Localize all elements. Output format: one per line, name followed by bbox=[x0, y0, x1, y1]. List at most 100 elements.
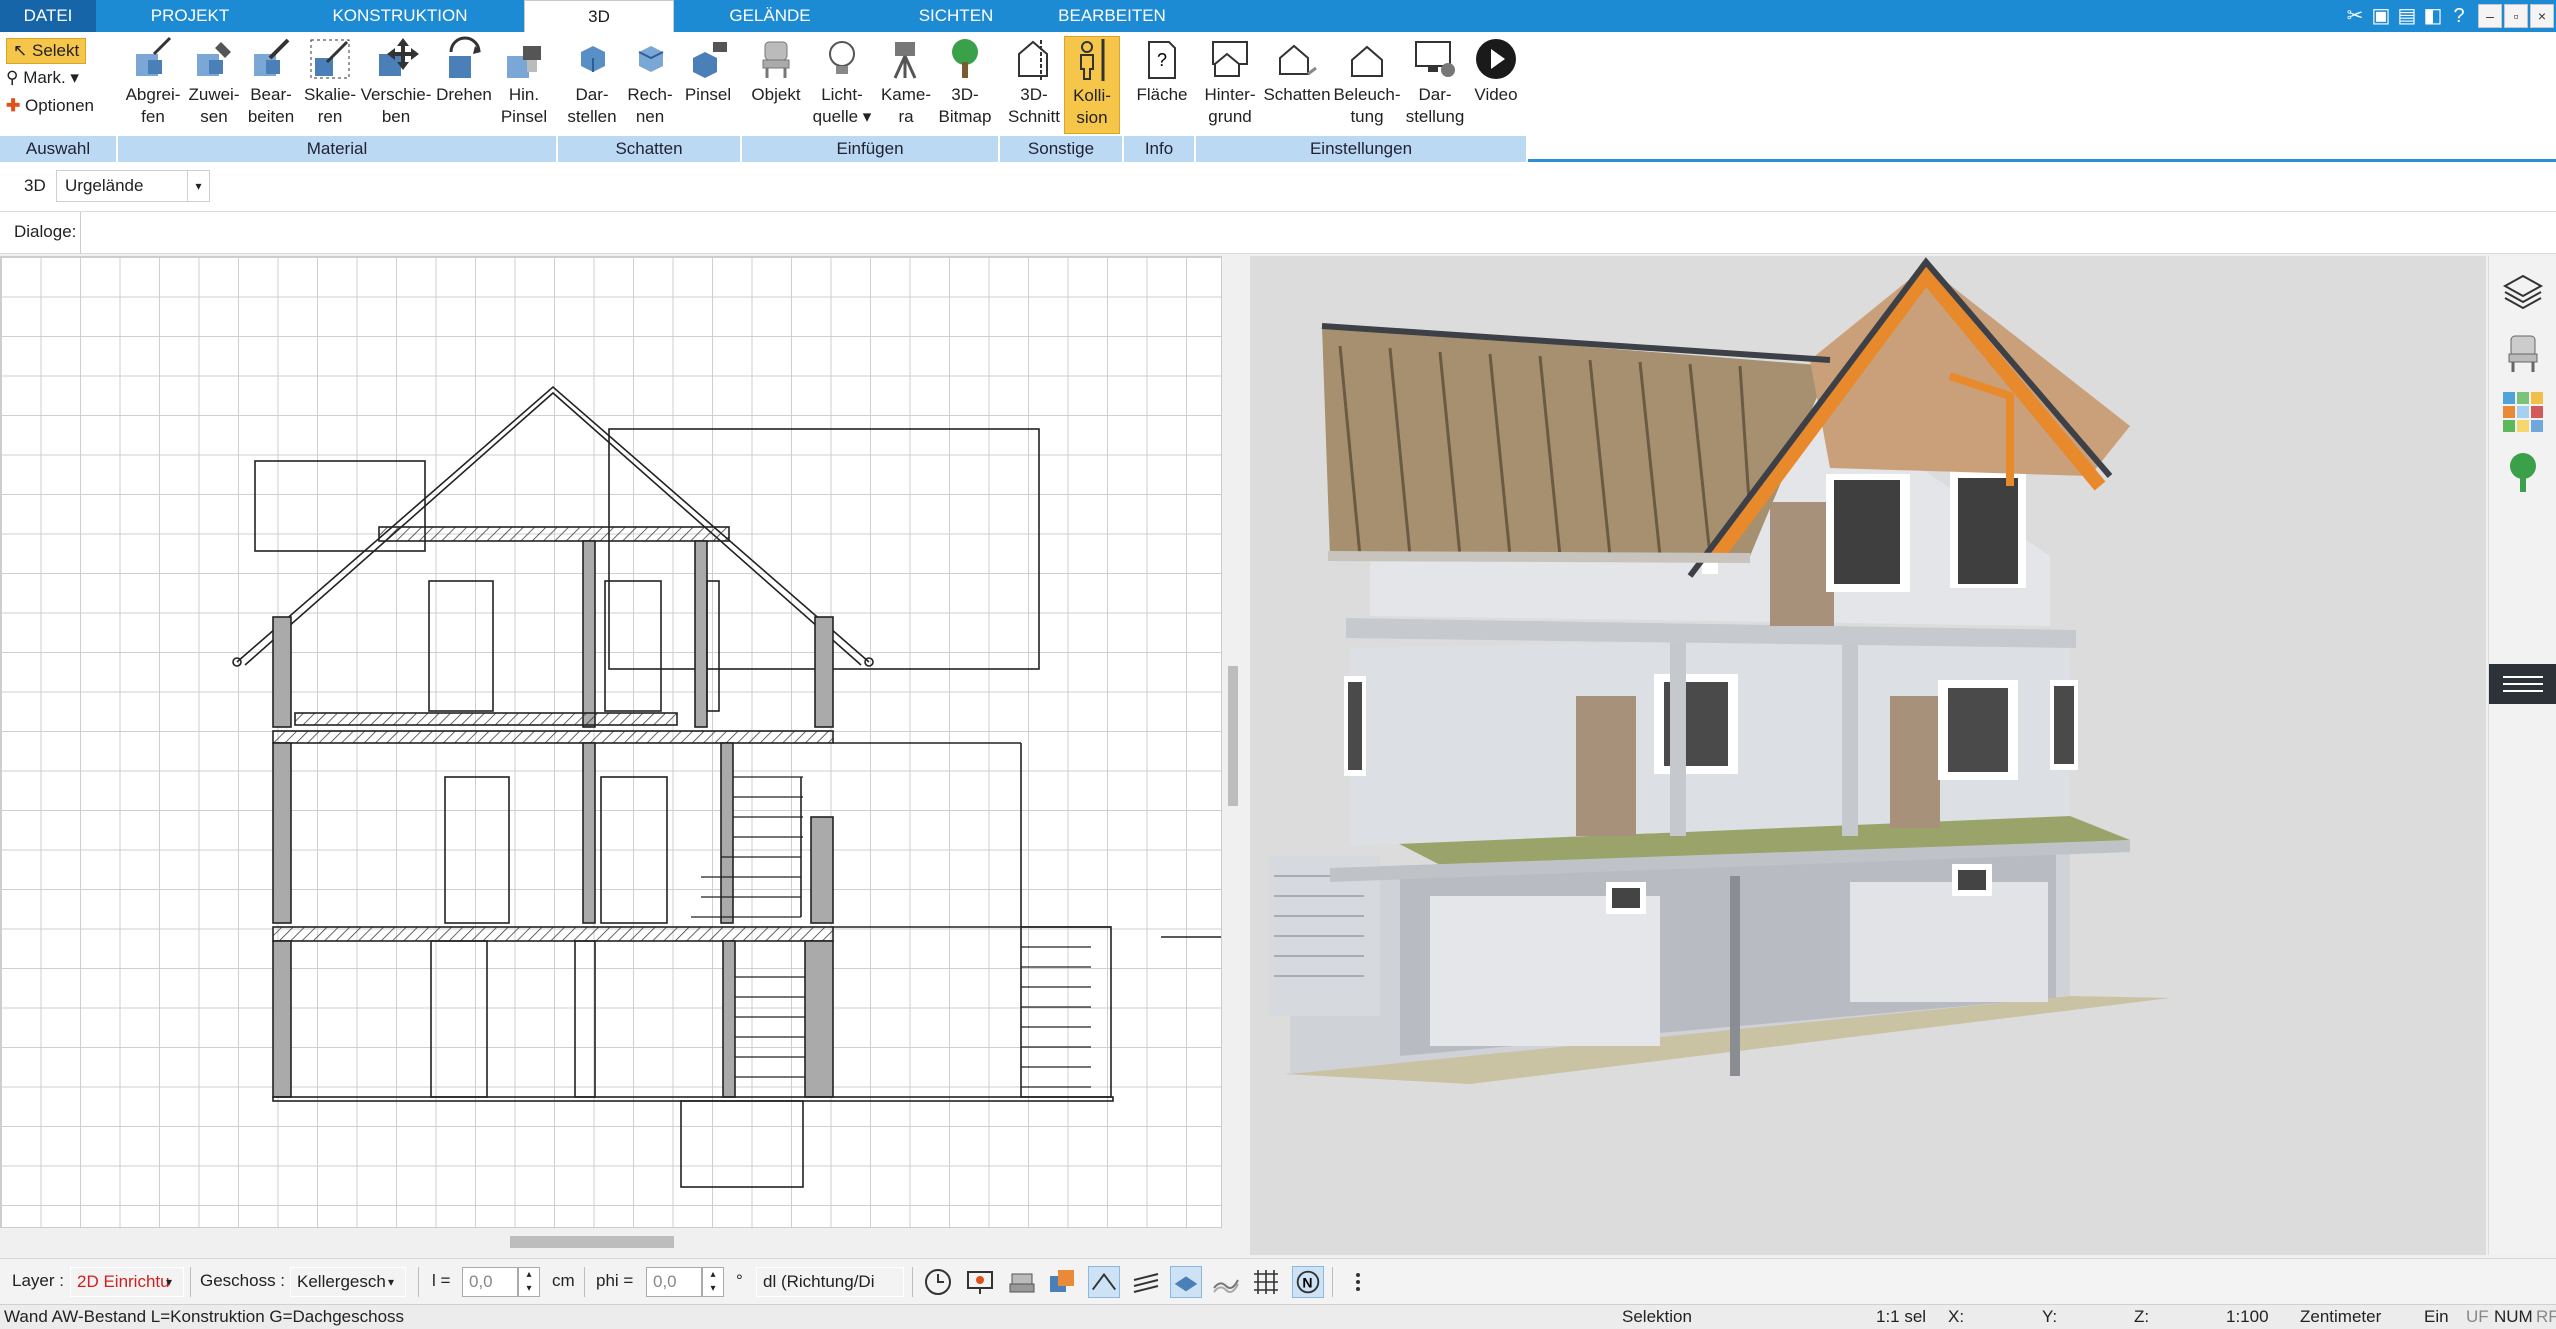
tab-projekt[interactable]: PROJEKT bbox=[120, 0, 260, 32]
mark-button[interactable]: ⚲ Mark. ▾ bbox=[6, 66, 79, 90]
direction-select[interactable]: dl (Richtung/Di bbox=[756, 1267, 904, 1297]
chevron-down-icon: ▾ bbox=[187, 171, 209, 201]
rechnen-button[interactable]: Rech-nen bbox=[620, 36, 680, 128]
right-toolbar bbox=[2488, 256, 2556, 1255]
grid-icon[interactable] bbox=[1250, 1266, 1282, 1298]
window-icon[interactable]: ◧ bbox=[2420, 3, 2446, 29]
group-einstellungen: Einstellungen bbox=[1196, 136, 1528, 162]
chair-icon bbox=[762, 41, 790, 78]
tab-bearbeiten[interactable]: BEARBEITEN bbox=[1040, 0, 1184, 32]
maximize-button[interactable]: ▫ bbox=[2504, 4, 2528, 28]
floor-plane-icon[interactable] bbox=[1170, 1266, 1202, 1298]
print-icon[interactable]: ▤ bbox=[2394, 3, 2420, 29]
abgreifen-button[interactable]: Abgrei-fen bbox=[120, 36, 186, 128]
group-info: Info bbox=[1124, 136, 1196, 162]
menu-icon[interactable] bbox=[2489, 664, 2556, 704]
zuweisen-button[interactable]: Zuwei-sen bbox=[184, 36, 244, 128]
objekt-button[interactable]: Objekt bbox=[746, 36, 806, 106]
verschieben-button[interactable]: Verschie-ben bbox=[356, 36, 436, 128]
plan-view[interactable] bbox=[0, 256, 1222, 1228]
clock-icon[interactable] bbox=[922, 1266, 954, 1298]
palette-icon[interactable] bbox=[2501, 390, 2545, 434]
objects-icon[interactable] bbox=[1046, 1266, 1078, 1298]
3d-schnitt-button[interactable]: 3D- Schnitt bbox=[1002, 36, 1066, 128]
schatten-settings-button[interactable]: Schatten bbox=[1262, 36, 1332, 106]
more-options-icon[interactable] bbox=[1342, 1266, 1374, 1298]
tree-icon[interactable] bbox=[2501, 450, 2545, 494]
divider bbox=[1332, 1267, 1333, 1297]
layer-value: 2D Einrichtu bbox=[77, 1272, 170, 1291]
chair-icon[interactable] bbox=[2501, 330, 2545, 374]
tab-sichten[interactable]: SICHTEN bbox=[886, 0, 1026, 32]
3d-bitmap-button[interactable]: 3D- Bitmap bbox=[934, 36, 996, 128]
group-schatten: Schatten bbox=[558, 136, 742, 162]
status-scale: 1:100 bbox=[2226, 1307, 2269, 1326]
plan-horizontal-scrollbar[interactable] bbox=[510, 1236, 674, 1248]
kollision-button[interactable]: Kolli-sion bbox=[1064, 36, 1120, 134]
shadow-calc-icon bbox=[638, 46, 664, 72]
eyedropper-icon bbox=[136, 36, 172, 76]
tab-3d[interactable]: 3D bbox=[524, 0, 674, 32]
tab-gelaende[interactable]: GELÄNDE bbox=[700, 0, 840, 32]
status-message: Wand AW-Bestand L=Konstruktion G=Dachges… bbox=[4, 1307, 405, 1326]
close-button[interactable]: × bbox=[2530, 4, 2554, 28]
kamera-button[interactable]: Kame-ra bbox=[876, 36, 936, 128]
tab-konstruktion[interactable]: KONSTRUKTION bbox=[310, 0, 490, 32]
presentation-icon[interactable] bbox=[964, 1266, 996, 1298]
divider bbox=[190, 1267, 191, 1297]
terrain-icon[interactable] bbox=[1210, 1266, 1242, 1298]
hin-pinsel-button[interactable]: Hin. Pinsel bbox=[494, 36, 554, 128]
edit-material-icon bbox=[254, 38, 290, 76]
hintergrund-button[interactable]: Hinter-grund bbox=[1198, 36, 1262, 128]
status-y: Y: bbox=[2042, 1307, 2058, 1326]
hatch-icon[interactable] bbox=[1130, 1266, 1162, 1298]
plus-icon: ✚ bbox=[6, 96, 21, 115]
monitor-settings-icon bbox=[1415, 41, 1455, 77]
tools-icon[interactable]: ✂ bbox=[2342, 3, 2368, 29]
move-icon bbox=[379, 38, 419, 76]
phi-label: phi = bbox=[596, 1271, 634, 1290]
selekt-button[interactable]: ↖ Selekt bbox=[6, 38, 87, 64]
terrain-dropdown[interactable]: Urgelände ▾ bbox=[56, 170, 210, 202]
cursor-icon: ↖ bbox=[13, 41, 28, 60]
layers-icon[interactable] bbox=[2501, 270, 2545, 314]
status-x: X: bbox=[1948, 1307, 1965, 1326]
light-bulb-icon bbox=[829, 41, 855, 74]
layer-label: Layer : bbox=[12, 1271, 64, 1290]
furniture-icon[interactable] bbox=[1006, 1266, 1038, 1298]
view-mode-label: 3D bbox=[24, 176, 46, 195]
scale-icon bbox=[310, 39, 350, 79]
minimize-button[interactable]: – bbox=[2478, 4, 2502, 28]
drehen-button[interactable]: Drehen bbox=[434, 36, 494, 106]
length-input[interactable]: 0,0 bbox=[462, 1267, 518, 1297]
length-stepper[interactable]: ▴ ▾ bbox=[518, 1267, 540, 1297]
darstellung-button[interactable]: Dar-stellung bbox=[1400, 36, 1470, 128]
tab-datei[interactable]: DATEI bbox=[0, 0, 96, 32]
cm-label: cm bbox=[552, 1271, 575, 1290]
darstellen-button[interactable]: Dar-stellen bbox=[562, 36, 622, 128]
schatten-pinsel-button[interactable]: Pinsel bbox=[678, 36, 738, 106]
status-z: Z: bbox=[2134, 1307, 2150, 1326]
video-button[interactable]: Video bbox=[1468, 36, 1524, 106]
phi-input[interactable]: 0,0 bbox=[646, 1267, 702, 1297]
roof-toggle-icon[interactable] bbox=[1088, 1266, 1120, 1298]
3d-view[interactable] bbox=[1250, 256, 2486, 1255]
area-icon: ? bbox=[1148, 41, 1176, 79]
phi-stepper[interactable]: ▴ ▾ bbox=[702, 1267, 724, 1297]
lichtquelle-button[interactable]: Licht-quelle ▾ bbox=[806, 36, 878, 128]
flaeche-button[interactable]: ? Fläche bbox=[1132, 36, 1192, 106]
beleuchtung-button[interactable]: Beleuch-tung bbox=[1332, 36, 1402, 128]
bearbeiten-button[interactable]: Bear-beiten bbox=[242, 36, 300, 128]
restore-icon[interactable]: ▣ bbox=[2368, 3, 2394, 29]
help-icon[interactable]: ? bbox=[2446, 3, 2472, 29]
plan-vertical-scrollbar[interactable] bbox=[1228, 666, 1238, 806]
skalieren-button[interactable]: Skalie-ren bbox=[298, 36, 362, 128]
chevron-down-icon: ▾ bbox=[166, 1275, 173, 1289]
status-rf: RF bbox=[2536, 1307, 2556, 1326]
optionen-button[interactable]: ✚ Optionen bbox=[6, 94, 94, 118]
rotate-icon bbox=[449, 36, 481, 78]
group-auswahl: Auswahl bbox=[0, 136, 118, 162]
3d-house-model bbox=[1270, 257, 2170, 1084]
north-icon[interactable]: N bbox=[1292, 1266, 1324, 1298]
play-icon bbox=[1476, 39, 1516, 79]
